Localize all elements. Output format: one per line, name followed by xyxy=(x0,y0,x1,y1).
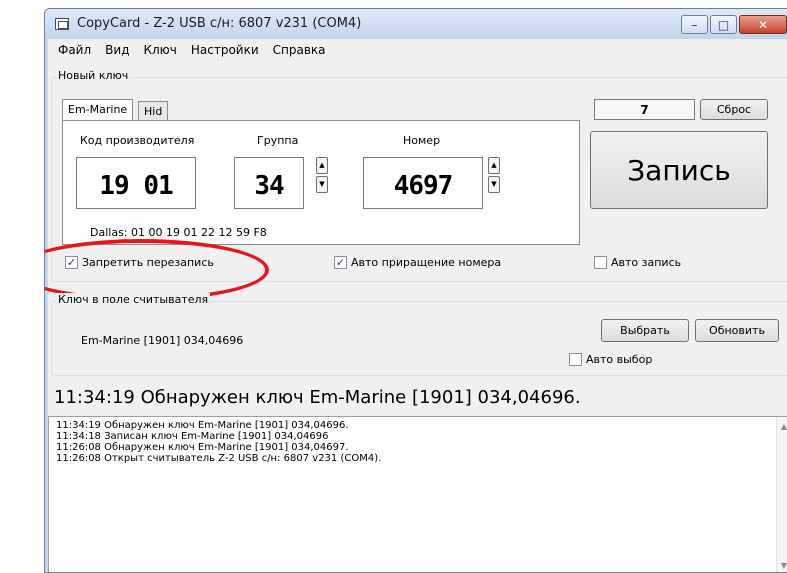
scroll-up-icon[interactable]: ▲ xyxy=(777,421,787,432)
log-line: 11:26:08 Обнаружен ключ Em-Marine [1901]… xyxy=(56,442,349,453)
close-button[interactable]: ✕ xyxy=(739,15,787,34)
auto-select-check-icon[interactable] xyxy=(569,353,582,366)
reader-group-label: Ключ в поле считывателя xyxy=(56,293,211,306)
status-line: 11:34:19 Обнаружен ключ Em-Marine [1901]… xyxy=(48,379,787,415)
maximize-button[interactable]: □ xyxy=(710,15,737,34)
auto-select-label: Авто выбор xyxy=(586,353,653,366)
client-area: Файл Вид Ключ Настройки Справка Новый кл… xyxy=(45,39,787,572)
manufacturer-field[interactable]: 19 01 xyxy=(76,157,196,209)
group-down-icon[interactable]: ▼ xyxy=(316,176,328,193)
app-icon xyxy=(55,18,69,30)
menu-key[interactable]: Ключ xyxy=(143,43,176,57)
reset-button[interactable]: Сброс xyxy=(700,99,768,120)
title-bar[interactable]: CopyCard - Z-2 USB с/н: 6807 v231 (COM4)… xyxy=(45,9,787,39)
group-label: Группа xyxy=(257,134,299,147)
log-scrollbar[interactable]: ▲ ▼ xyxy=(776,417,787,572)
group-up-icon[interactable]: ▲ xyxy=(316,157,328,174)
number-down-icon[interactable]: ▼ xyxy=(488,176,500,193)
number-up-icon[interactable]: ▲ xyxy=(488,157,500,174)
menu-file[interactable]: Файл xyxy=(58,43,91,57)
number-label: Номер xyxy=(403,134,441,147)
reader-key-text: Em-Marine [1901] 034,04696 xyxy=(81,334,244,347)
auto-write-check-icon[interactable] xyxy=(594,256,607,269)
dallas-code: Dallas: 01 00 19 01 22 12 59 F8 xyxy=(90,226,267,239)
scroll-down-icon[interactable]: ▼ xyxy=(777,560,787,571)
tab-hid[interactable]: Hid xyxy=(138,101,169,121)
group-stepper[interactable]: ▲ ▼ xyxy=(316,157,328,193)
auto-increment-label: Авто приращение номера xyxy=(351,256,502,269)
auto-increment-check-icon[interactable]: ✓ xyxy=(334,256,347,269)
auto-increment-checkbox[interactable]: ✓ Авто приращение номера xyxy=(334,256,501,269)
tab-em-marine[interactable]: Em-Marine xyxy=(62,99,134,121)
number-field[interactable]: 4697 xyxy=(363,157,483,209)
menu-help[interactable]: Справка xyxy=(273,43,326,57)
log-line: 11:26:08 Открыт считыватель Z-2 USB с/н:… xyxy=(56,453,382,464)
group-field[interactable]: 34 xyxy=(234,157,304,209)
write-counter: 7 xyxy=(594,99,695,120)
auto-write-checkbox[interactable]: Авто запись xyxy=(594,256,681,269)
menu-bar: Файл Вид Ключ Настройки Справка xyxy=(48,39,787,61)
menu-view[interactable]: Вид xyxy=(105,43,129,57)
refresh-button[interactable]: Обновить xyxy=(695,319,779,342)
highlight-ellipse xyxy=(45,239,269,301)
app-window: CopyCard - Z-2 USB с/н: 6807 v231 (COM4)… xyxy=(44,8,787,573)
select-button[interactable]: Выбрать xyxy=(601,319,689,342)
number-stepper[interactable]: ▲ ▼ xyxy=(488,157,500,193)
write-button[interactable]: Запись xyxy=(590,131,768,209)
menu-settings[interactable]: Настройки xyxy=(191,43,259,57)
manufacturer-label: Код производителя xyxy=(80,134,195,147)
log-panel[interactable]: 11:34:19 Обнаружен ключ Em-Marine [1901]… xyxy=(48,416,787,572)
minimize-button[interactable]: – xyxy=(681,15,708,34)
auto-select-checkbox[interactable]: Авто выбор xyxy=(569,353,652,366)
window-title: CopyCard - Z-2 USB с/н: 6807 v231 (COM4) xyxy=(77,16,362,31)
log-line: 11:34:18 Записан ключ Em-Marine [1901] 0… xyxy=(56,431,329,442)
auto-write-label: Авто запись xyxy=(611,256,682,269)
log-line: 11:34:19 Обнаружен ключ Em-Marine [1901]… xyxy=(56,420,349,431)
new-key-group-label: Новый ключ xyxy=(56,69,131,82)
